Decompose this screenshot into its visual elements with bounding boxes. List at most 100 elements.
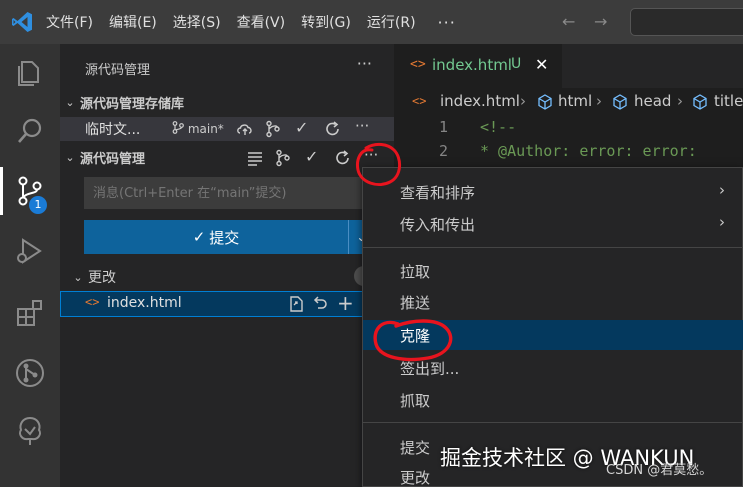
chevron-right-icon: › (677, 92, 683, 110)
repository-name: 临时文... (85, 122, 141, 138)
menu-item-incoming-outgoing[interactable]: 传入和传出 › (363, 209, 743, 239)
editor-tab-strip: <> index.html U ✕ (394, 44, 743, 88)
menu-separator (363, 422, 743, 423)
repository-more-button[interactable]: ··· (355, 117, 369, 135)
refresh-icon[interactable] (324, 120, 342, 138)
menu-bar: 文件(F) 编辑(E) 选择(S) 查看(V) 转到(G) 运行(R) ··· (46, 0, 456, 44)
scm-more-actions-button[interactable]: ··· (364, 146, 378, 164)
breadcrumb-file[interactable]: index.html (440, 92, 520, 110)
menu-item-checkout-to[interactable]: 签出到... (363, 353, 743, 383)
search-icon[interactable] (13, 114, 47, 148)
commit-button-label: 提交 (209, 228, 240, 247)
menu-item-label: 签出到... (400, 360, 460, 378)
breadcrumb-head[interactable]: head (634, 92, 671, 110)
line-text: <!-- (480, 118, 517, 136)
repository-row[interactable]: 临时文... main* ✓ ··· (60, 117, 394, 141)
changes-group-header[interactable]: ⌄ 更改 (60, 266, 394, 288)
check-icon: ✓ (192, 228, 206, 246)
branch-icon (172, 121, 184, 134)
chevron-down-icon: ⌄ (73, 270, 83, 284)
menu-run[interactable]: 运行(R) (367, 12, 416, 32)
sidebar-title: 源代码管理 (85, 63, 151, 78)
source-control-sidebar: 源代码管理 ··· ⌄ 源代码管理存储库 临时文... main* ✓ ··· … (60, 44, 394, 487)
menu-item-fetch[interactable]: 抓取 (363, 385, 743, 415)
menu-item-label: 推送 (400, 294, 431, 312)
chevron-down-icon: ⌄ (65, 95, 75, 109)
arrow-right-icon[interactable]: → (594, 12, 607, 31)
scm-context-menu: 查看和排序 › 传入和传出 › 拉取 推送 克隆 签出到... 抓取 提交 更改 (362, 167, 743, 487)
html-file-icon: <> (410, 57, 426, 72)
view-as-list-icon[interactable] (246, 149, 264, 167)
breadcrumb-title[interactable]: title (714, 92, 743, 110)
menu-go[interactable]: 转到(G) (301, 12, 351, 32)
menu-edit[interactable]: 编辑(E) (109, 12, 157, 32)
untracked-flag: U (511, 56, 522, 72)
explorer-icon[interactable] (13, 56, 47, 90)
menu-item-push[interactable]: 推送 (363, 287, 743, 317)
menu-item-label: 提交 (400, 439, 431, 457)
stage-changes-icon[interactable]: + (337, 291, 354, 315)
tab-index-html[interactable]: <> index.html U ✕ (394, 44, 562, 88)
element-cube-icon (538, 94, 552, 110)
repositories-section-header[interactable]: ⌄ 源代码管理存储库 (60, 91, 394, 113)
element-cube-icon (613, 94, 627, 110)
chevron-right-icon: › (719, 181, 725, 199)
chevron-right-icon: › (520, 92, 526, 110)
menu-item-label: 抓取 (400, 392, 431, 410)
tree-icon[interactable] (13, 414, 47, 448)
breadcrumb-html[interactable]: html (558, 92, 592, 110)
line-number: 1 (438, 118, 448, 136)
menu-file[interactable]: 文件(F) (46, 12, 93, 32)
line-text: * @Author: error: error: (480, 142, 697, 160)
menu-item-label: 传入和传出 (400, 216, 476, 234)
git-graph-small-icon[interactable] (274, 149, 292, 167)
commit-message-input[interactable] (84, 177, 374, 209)
vscode-logo-icon (12, 12, 32, 32)
title-bar: 文件(F) 编辑(E) 选择(S) 查看(V) 转到(G) 运行(R) ··· … (0, 0, 743, 44)
scm-section-label: 源代码管理 (80, 151, 146, 167)
commit-button[interactable]: ✓ 提交 (84, 220, 348, 254)
branch-indicator[interactable]: main* (172, 121, 224, 136)
commit-check-icon[interactable]: ✓ (295, 118, 308, 137)
menu-item-view-and-sort[interactable]: 查看和排序 › (363, 177, 743, 207)
breadcrumb: <> index.html › html › head › title (394, 90, 743, 112)
git-graph-icon[interactable] (13, 356, 47, 390)
run-debug-icon[interactable] (13, 234, 47, 268)
branch-name: main* (187, 122, 224, 136)
scm-badge: 1 (29, 196, 47, 214)
chevron-right-icon: › (719, 213, 725, 231)
refresh-icon[interactable] (334, 149, 352, 167)
activity-bar: 1 (0, 44, 60, 487)
changed-file-row[interactable]: <> index.html + (60, 291, 394, 317)
command-center-search[interactable] (630, 8, 743, 36)
sync-cloud-icon[interactable] (236, 120, 254, 138)
menu-item-pull[interactable]: 拉取 (363, 256, 743, 286)
menu-more-button[interactable]: ··· (438, 13, 456, 32)
tab-label: index.html (432, 56, 512, 74)
chevron-right-icon: › (596, 92, 602, 110)
repositories-section-label: 源代码管理存储库 (80, 96, 185, 112)
commit-check-icon[interactable]: ✓ (305, 147, 318, 166)
extensions-icon[interactable] (13, 296, 47, 330)
arrow-left-icon[interactable]: ← (562, 12, 575, 31)
activity-active-indicator (0, 167, 3, 215)
menu-item-label: 克隆 (400, 327, 431, 345)
changed-file-name: index.html (107, 295, 182, 311)
changes-label: 更改 (88, 270, 116, 286)
element-cube-icon (693, 94, 707, 110)
discard-changes-icon[interactable] (311, 295, 329, 313)
chevron-down-icon: ⌄ (65, 150, 75, 164)
html-file-icon: <> (85, 295, 100, 309)
menu-item-label: 拉取 (400, 263, 431, 281)
close-icon[interactable]: ✕ (535, 55, 548, 74)
git-graph-small-icon[interactable] (264, 120, 282, 138)
csdn-watermark: CSDN @君莫愁。 (606, 463, 713, 478)
sidebar-more-button[interactable]: ··· (357, 54, 372, 73)
menu-item-clone[interactable]: 克隆 (363, 320, 743, 350)
menu-separator (363, 247, 743, 248)
line-number: 2 (438, 142, 448, 160)
open-file-icon[interactable] (287, 295, 305, 313)
menu-selection[interactable]: 选择(S) (173, 12, 221, 32)
menu-view[interactable]: 查看(V) (237, 12, 286, 32)
menu-item-label: 更改 (400, 469, 431, 487)
